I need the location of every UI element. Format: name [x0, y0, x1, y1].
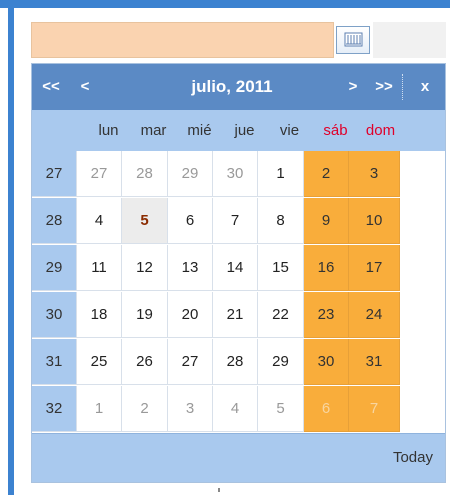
weekend-day-cell[interactable]: 31	[349, 339, 400, 385]
today-button[interactable]: Today	[393, 434, 433, 482]
week-number: 29	[32, 245, 77, 291]
day-cell[interactable]: 7	[213, 198, 258, 244]
day-cell[interactable]: 21	[213, 292, 258, 338]
week-number: 28	[32, 198, 77, 244]
weekend-day-cell[interactable]: 30	[304, 339, 349, 385]
next-month-button[interactable]: >	[342, 64, 364, 110]
week-number: 27	[32, 151, 77, 197]
day-cell[interactable]: 15	[258, 245, 304, 291]
day-grid: 27 27 28 29 30 1 2 3 28 4 5 6 7 8 9 10 29 11 12 13 14 15 16 17 3…	[32, 151, 445, 433]
other-month-day-cell[interactable]: 4	[213, 386, 258, 432]
day-cell[interactable]: 4	[77, 198, 122, 244]
day-cell[interactable]: 27	[168, 339, 213, 385]
week-number: 30	[32, 292, 77, 338]
other-month-day-cell[interactable]: 2	[122, 386, 168, 432]
day-cell[interactable]: 13	[168, 245, 213, 291]
weekday-label: mié	[187, 122, 212, 139]
calendar-icon	[337, 27, 369, 53]
other-month-day-cell[interactable]: 5	[258, 386, 304, 432]
other-month-weekend-day-cell[interactable]: 6	[304, 386, 349, 432]
other-month-day-cell[interactable]: 3	[168, 386, 213, 432]
day-cell[interactable]: 20	[168, 292, 213, 338]
day-cell[interactable]: 11	[77, 245, 122, 291]
other-month-day-cell[interactable]: 1	[77, 386, 122, 432]
other-month-day-cell[interactable]: 30	[213, 151, 258, 197]
other-month-day-cell[interactable]: 27	[77, 151, 122, 197]
weekday-label: jue	[234, 122, 255, 139]
weekend-day-cell[interactable]: 3	[349, 151, 400, 197]
today-day-cell[interactable]: 5	[122, 198, 168, 244]
day-cell[interactable]: 26	[122, 339, 168, 385]
other-month-weekend-day-cell[interactable]: 7	[349, 386, 400, 432]
weekend-day-cell[interactable]: 23	[304, 292, 349, 338]
month-year-title[interactable]: julio, 2011	[122, 64, 342, 110]
week-number: 32	[32, 386, 77, 432]
next-year-button[interactable]: >>	[370, 64, 398, 110]
other-month-day-cell[interactable]: 28	[122, 151, 168, 197]
calendar-footer: Today	[32, 433, 445, 482]
weekday-label: vie	[279, 122, 300, 139]
weekend-day-cell[interactable]: 24	[349, 292, 400, 338]
day-cell[interactable]: 14	[213, 245, 258, 291]
prev-year-button[interactable]: <<	[38, 64, 64, 110]
close-button[interactable]: x	[410, 64, 440, 110]
weekday-label: mar	[140, 122, 167, 139]
day-cell[interactable]: 18	[77, 292, 122, 338]
weekday-label-weekend: sáb	[323, 122, 348, 139]
input-row-filler	[373, 22, 446, 58]
calendar-button[interactable]	[336, 26, 370, 54]
day-cell[interactable]: 25	[77, 339, 122, 385]
weekend-day-cell[interactable]: 17	[349, 245, 400, 291]
date-input-field[interactable]	[31, 22, 334, 58]
weekend-day-cell[interactable]: 16	[304, 245, 349, 291]
week-number: 31	[32, 339, 77, 385]
day-cell[interactable]: 12	[122, 245, 168, 291]
frame-top-border	[0, 0, 450, 8]
weekday-label: lun	[98, 122, 119, 139]
weekday-header-row: lun mar mié jue vie sáb dom	[32, 110, 445, 151]
day-cell[interactable]: 28	[213, 339, 258, 385]
weekend-day-cell[interactable]: 2	[304, 151, 349, 197]
day-cell[interactable]: 19	[122, 292, 168, 338]
other-month-day-cell[interactable]: 29	[168, 151, 213, 197]
weekend-day-cell[interactable]: 9	[304, 198, 349, 244]
day-cell[interactable]: 6	[168, 198, 213, 244]
day-cell[interactable]: 8	[258, 198, 304, 244]
weekday-label-weekend: dom	[365, 122, 396, 139]
frame-left-border	[8, 8, 14, 495]
calendar-popup: << < julio, 2011 > >> x lun mar mié jue …	[31, 63, 446, 483]
calendar-header: << < julio, 2011 > >> x	[32, 64, 445, 110]
date-input-row	[31, 22, 446, 60]
day-cell[interactable]: 1	[258, 151, 304, 197]
prev-month-button[interactable]: <	[74, 64, 96, 110]
header-separator	[402, 74, 403, 100]
day-cell[interactable]: 22	[258, 292, 304, 338]
day-cell[interactable]: 29	[258, 339, 304, 385]
weekend-day-cell[interactable]: 10	[349, 198, 400, 244]
bottom-tick-mark	[218, 488, 220, 492]
